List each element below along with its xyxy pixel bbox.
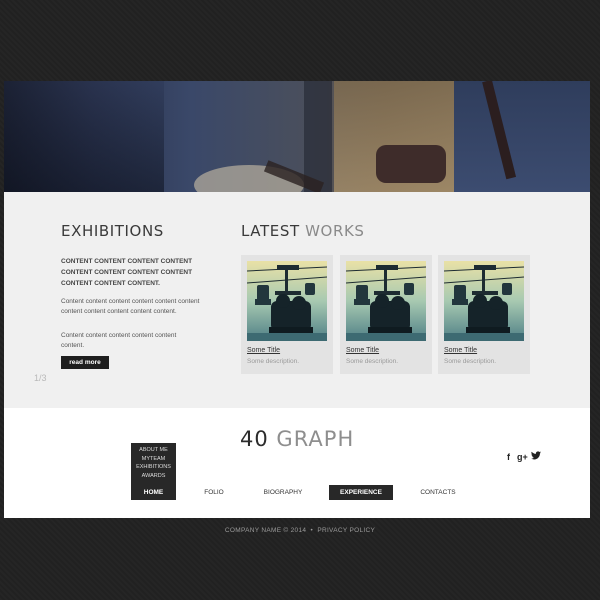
privacy-policy-link[interactable]: PRIVACY POLICY [317,527,375,534]
copyright-text: COMPANY NAME © 2014 [224,527,307,534]
hero-image [4,81,590,192]
work-title-link[interactable]: Some Title [247,347,280,354]
nav-item-folio[interactable]: FOLIO [196,485,232,500]
exhibitions-bold-text: CONTENT CONTENT CONTENT CONTENT CONTENT … [61,258,193,287]
submenu-item-exhibitions[interactable]: EXHIBITIONS [131,463,176,472]
work-thumbnail[interactable] [346,261,426,341]
work-description: Some description. [444,358,497,365]
logo-number: 40 [240,427,269,451]
work-thumbnail[interactable] [247,261,327,341]
page-frame: 1/3 EXHIBITIONS CONTENT CONTENT CONTENT … [4,81,590,518]
google-plus-icon[interactable]: g+ [517,452,528,462]
work-title-link[interactable]: Some Title [346,347,379,354]
facebook-icon[interactable]: f [507,452,510,462]
exhibitions-paragraph-1: Content content content content content … [61,298,200,315]
latest-works-heading-light: WORKS [305,222,365,240]
work-title-link[interactable]: Some Title [444,347,477,354]
latest-works-heading-strong: LATEST [241,222,300,240]
copyright-line: COMPANY NAME © 2014 • PRIVACY POLICY [0,527,600,534]
logo-word: GRAPH [276,427,355,451]
read-more-button[interactable]: read more [61,356,109,369]
nav-item-contacts[interactable]: CONTACTS [413,485,463,500]
exhibitions-heading: EXHIBITIONS [61,222,164,240]
nav-item-experience[interactable]: EXPERIENCE [329,485,393,500]
twitter-icon[interactable] [531,451,541,462]
submenu-item-awards[interactable]: AWARDS [131,472,176,481]
work-card[interactable]: Some Title Some description. [438,255,530,374]
latest-works-heading: LATEST WORKS [241,222,365,240]
slide-counter: 1/3 [34,373,47,383]
submenu-item-about-me[interactable]: ABOUT ME [131,446,176,455]
site-logo[interactable]: 40 GRAPH [240,427,354,451]
submenu-item-myteam[interactable]: MYTEAM [131,455,176,464]
work-card[interactable]: Some Title Some description. [241,255,333,374]
work-thumbnail[interactable] [444,261,524,341]
nav-item-biography[interactable]: BIOGRAPHY [255,485,311,500]
work-description: Some description. [346,358,399,365]
dropdown-submenu: ABOUT ME MYTEAM EXHIBITIONS AWARDS [131,443,176,485]
work-card[interactable]: Some Title Some description. [340,255,432,374]
footer-separator: • [310,527,314,534]
nav-item-home[interactable]: HOME [131,485,176,500]
exhibitions-paragraph-2: Content content content content content … [61,332,177,349]
work-description: Some description. [247,358,300,365]
content-band: 1/3 EXHIBITIONS CONTENT CONTENT CONTENT … [4,192,590,408]
